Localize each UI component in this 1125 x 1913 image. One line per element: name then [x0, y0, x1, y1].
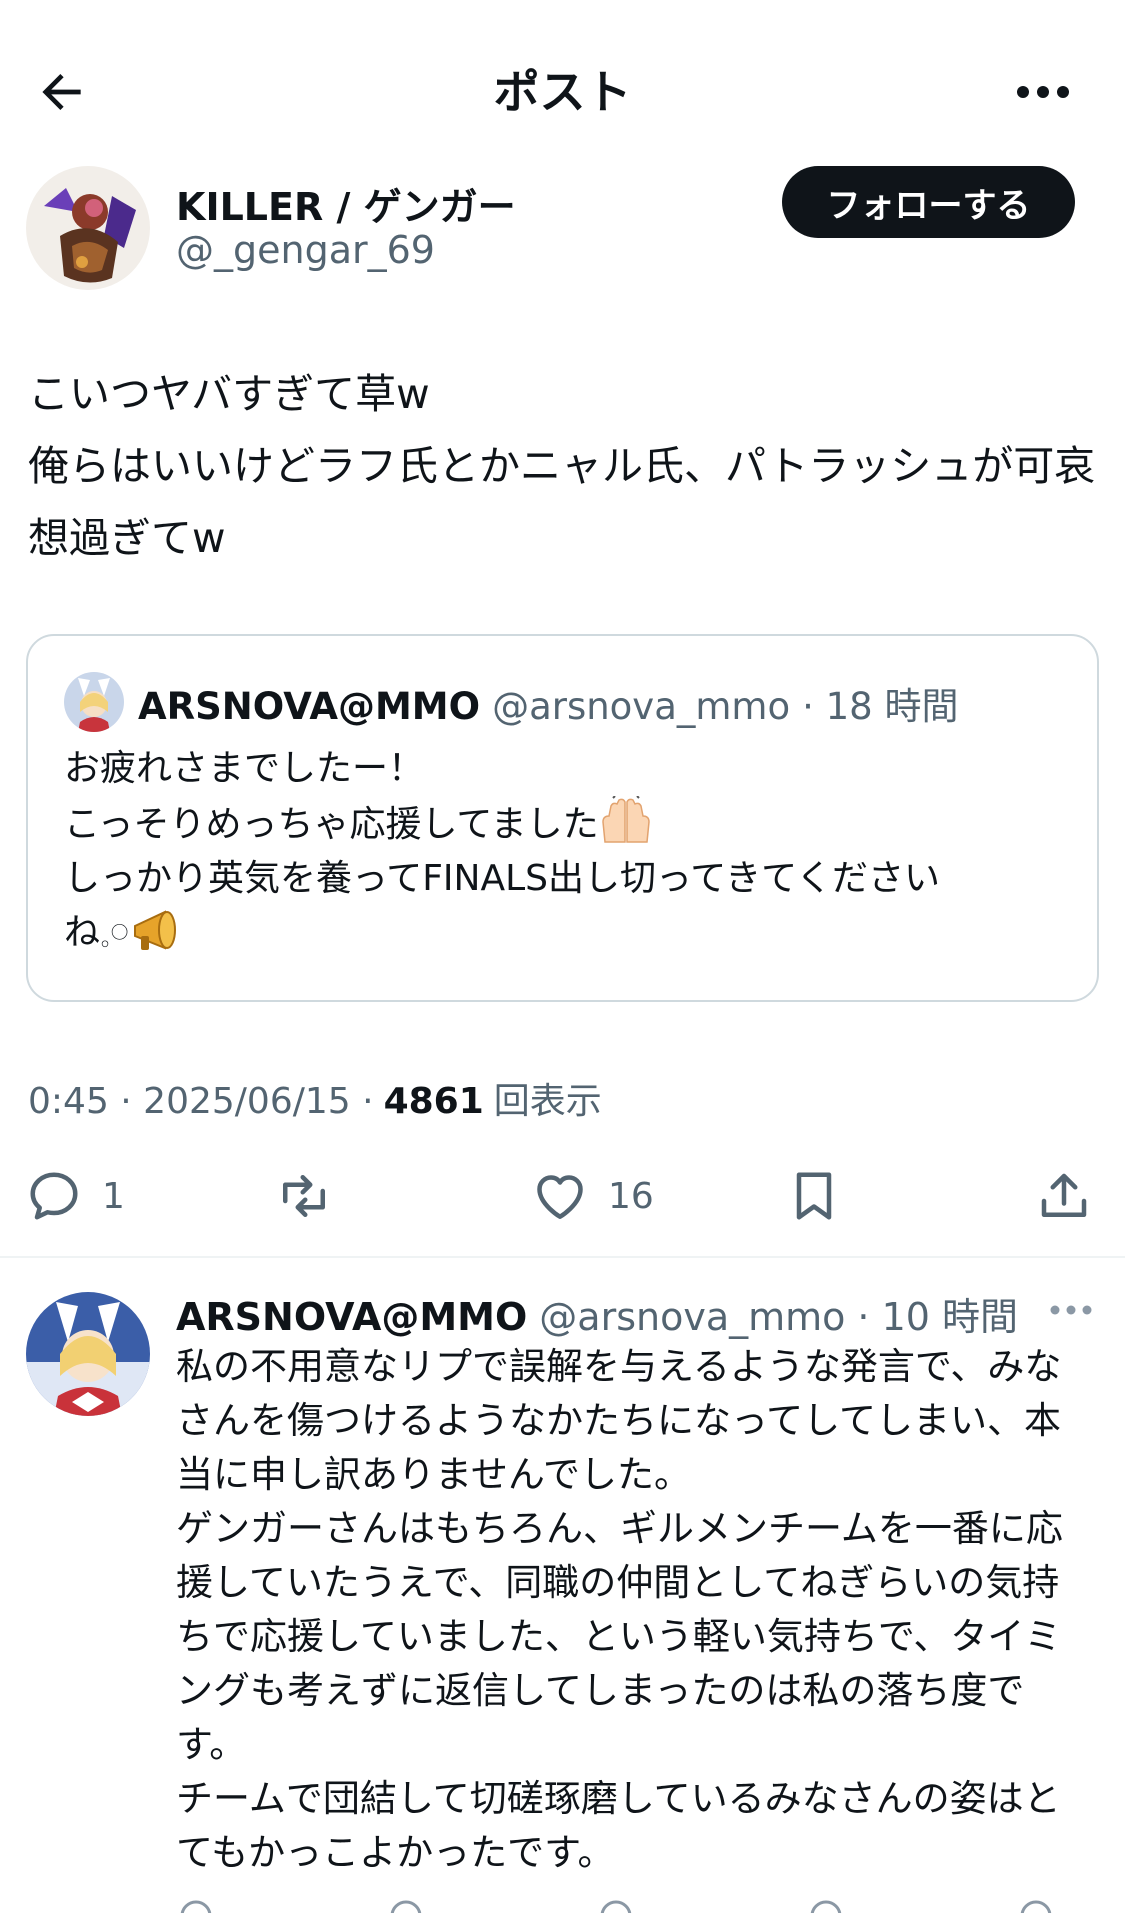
page-title: ポスト: [493, 65, 632, 119]
retweet-button[interactable]: [274, 1156, 352, 1236]
like-count: 16: [608, 1175, 654, 1217]
author-name[interactable]: KILLER / ゲンガー: [176, 176, 516, 231]
quote-text-part2: しっかり英気を養ってFINALS出し切ってきてください ね𓈒𓏸: [64, 858, 941, 953]
more-button[interactable]: [1009, 58, 1077, 126]
reply-icon: [30, 1172, 78, 1220]
view-count-label: 回表示: [493, 1081, 602, 1122]
heart-icon: [537, 1175, 583, 1219]
divider: [0, 1256, 1125, 1258]
quote-text: お疲れさまでしたー！ こっそりめっちゃ応援してました しっかり英気を養ってFIN…: [64, 742, 1074, 960]
quoted-post[interactable]: ARSNOVA@MMO @arsnova_mmo · 18 時間 お疲れさまでし…: [26, 634, 1099, 1002]
avatar-image: [26, 166, 150, 290]
retweet-icon: [283, 1175, 325, 1217]
reply-timestamp: · 10 時間: [857, 1295, 1018, 1339]
quote-author-handle: @arsnova_mmo: [492, 685, 791, 728]
post-timestamp: 0:45 · 2025/06/15 ·: [28, 1081, 374, 1122]
quote-header: ARSNOVA@MMO @arsnova_mmo · 18 時間: [138, 676, 958, 730]
bookmark-icon: [796, 1172, 832, 1220]
reply-header: ARSNOVA@MMO @arsnova_mmo · 10 時間: [176, 1286, 1018, 1341]
action-bar: 1 16: [0, 1156, 1125, 1236]
reply-action-bar: [176, 1898, 1076, 1913]
author-handle[interactable]: @_gengar_69: [176, 228, 435, 272]
bookmark-button[interactable]: [784, 1156, 844, 1236]
share-button[interactable]: [1034, 1156, 1094, 1236]
quote-timestamp: · 18 時間: [802, 685, 959, 728]
share-icon: [1041, 1173, 1087, 1217]
post-detail-screen: ポスト KILLER / ゲンガー @_gengar_69 フォローする こいつ…: [0, 0, 1125, 1913]
post-meta: 0:45 · 2025/06/15 · 4861 回表示: [28, 1072, 602, 1124]
like-button[interactable]: 16: [530, 1156, 654, 1236]
reply-icons-cropped: [180, 1900, 1052, 1913]
quote-text-part1: お疲れさまでしたー！ こっそりめっちゃ応援してました: [64, 748, 599, 845]
top-bar: ポスト: [0, 0, 1125, 160]
quote-avatar: [64, 672, 124, 732]
reply-more-button[interactable]: [1041, 1290, 1101, 1330]
post-text: こいつヤバすぎて草w 俺らはいいけどラフ氏とかニャル氏、パトラッシュが可哀想過ぎ…: [28, 370, 1096, 562]
reply-author-avatar[interactable]: [26, 1292, 150, 1416]
megaphone-icon: [134, 910, 177, 950]
more-horizontal-icon: [1050, 1305, 1092, 1315]
avatar-image: [26, 1292, 150, 1416]
more-horizontal-icon: [1017, 86, 1069, 98]
view-count: 4861: [383, 1081, 484, 1122]
reply-button[interactable]: 1: [24, 1156, 125, 1236]
raising-hands-icon: [601, 796, 650, 843]
author-avatar[interactable]: [26, 166, 150, 290]
reply-text: 私の不用意なリプで誤解を与えるような発言で、みなさんを傷つけるようなかたちになっ…: [176, 1345, 1063, 1874]
avatar-image: [64, 672, 124, 732]
follow-button[interactable]: フォローする: [782, 166, 1075, 238]
quote-author-name: ARSNOVA@MMO: [138, 685, 481, 728]
reply-author-name[interactable]: ARSNOVA@MMO: [176, 1295, 527, 1339]
reply-author-handle[interactable]: @arsnova_mmo: [539, 1295, 845, 1339]
reply-count: 1: [102, 1175, 125, 1217]
